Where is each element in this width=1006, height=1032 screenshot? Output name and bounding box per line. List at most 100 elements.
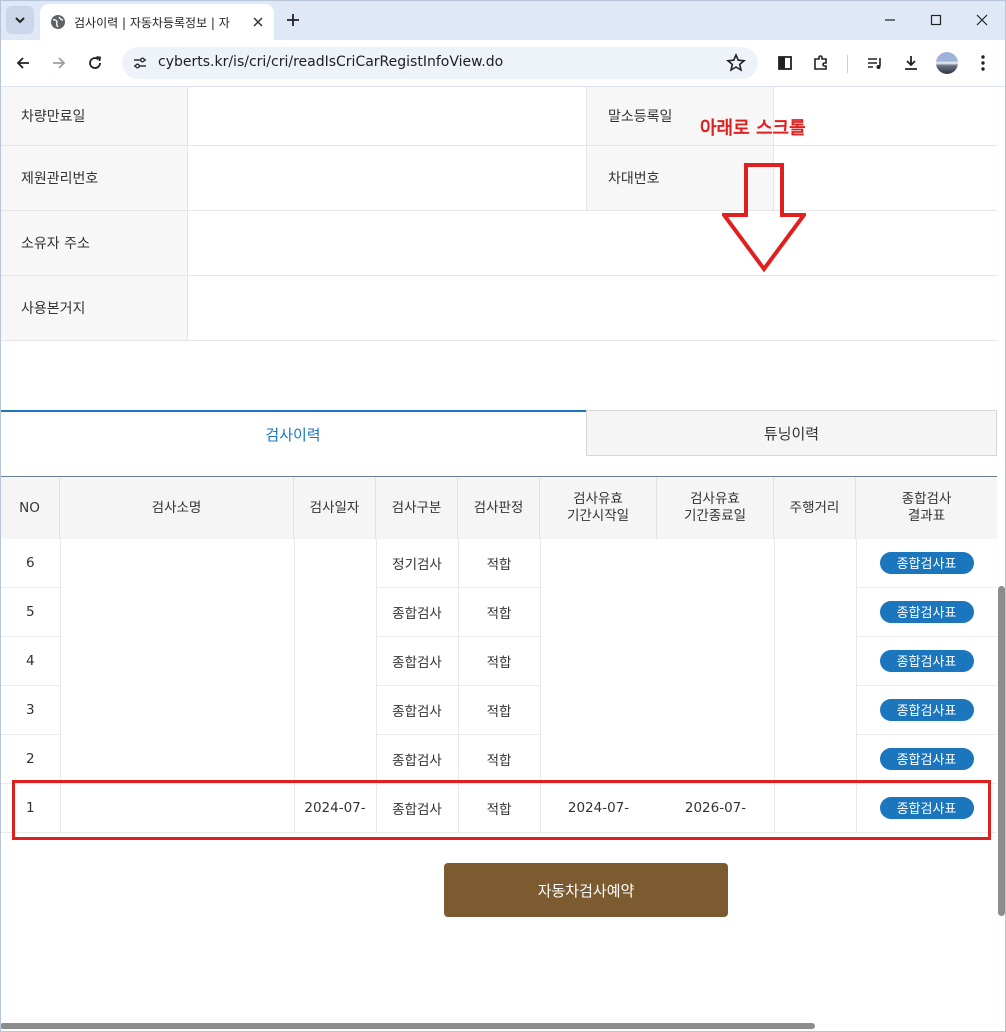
result-sheet-button[interactable]: 종합검사표 bbox=[879, 747, 974, 770]
column-header: 검사소명 bbox=[60, 477, 294, 539]
inspection-result: 적합 bbox=[486, 654, 512, 671]
info-label: 제원관리번호 bbox=[0, 146, 188, 210]
info-row: 제원관리번호 차대번호 bbox=[0, 146, 997, 211]
tab-close-icon[interactable] bbox=[250, 14, 266, 30]
inspection-type: 종합검사 bbox=[392, 654, 442, 671]
table-row: 2 종합검사 적합 종합검사표 bbox=[0, 734, 997, 783]
table-row: 5 종합검사 적합 종합검사표 bbox=[0, 587, 997, 636]
inspection-date bbox=[294, 734, 376, 783]
column-header: 검사유효 기간시작일 bbox=[540, 477, 657, 539]
arrow-left-icon bbox=[16, 57, 29, 69]
puzzle-icon bbox=[814, 55, 827, 70]
result-sheet-button[interactable]: 종합검사표 bbox=[879, 698, 974, 721]
inspection-result: 적합 bbox=[486, 752, 512, 769]
result-cell: 종합검사표 bbox=[856, 685, 997, 734]
info-row: 차량만료일 말소등록일 bbox=[0, 87, 997, 146]
info-label: 소유자 주소 bbox=[0, 211, 188, 275]
reload-button[interactable] bbox=[82, 50, 108, 76]
reload-icon bbox=[89, 56, 102, 69]
bookmark-star-icon[interactable] bbox=[726, 53, 746, 73]
download-icon bbox=[905, 56, 917, 70]
info-label: 차량만료일 bbox=[0, 87, 188, 145]
address-bar[interactable]: cyberts.kr/is/cri/cri/readIsCriCarRegist… bbox=[122, 47, 758, 79]
url-text[interactable]: cyberts.kr/is/cri/cri/readIsCriCarRegist… bbox=[158, 54, 503, 70]
inspection-type: 종합검사 bbox=[392, 752, 442, 769]
table-row: 3 종합검사 적합 종합검사표 bbox=[0, 685, 997, 734]
media-queue-icon bbox=[868, 58, 881, 69]
result-cell: 종합검사표 bbox=[856, 587, 997, 636]
page-content: 차량만료일 말소등록일 제원관리번호 차대번호 소유자 주소 사용본거지 아래로… bbox=[0, 87, 1006, 1032]
history-tabs: 검사이력 튜닝이력 bbox=[0, 410, 997, 456]
result-sheet-button[interactable]: 종합검사표 bbox=[879, 551, 974, 574]
table-row: 4 종합검사 적합 종합검사표 bbox=[0, 636, 997, 685]
extensions-button[interactable] bbox=[808, 50, 834, 76]
inspection-result: 적합 bbox=[486, 605, 512, 622]
inspection-date bbox=[294, 587, 376, 636]
info-row: 소유자 주소 bbox=[0, 211, 997, 276]
info-row: 사용본거지 bbox=[0, 276, 997, 341]
table-header: NO 검사소명 검사일자 검사구분 검사판정 검사유효 기간시작일 검사유효 기… bbox=[0, 476, 997, 539]
column-header: 검사일자 bbox=[294, 477, 376, 539]
browser-toolbar: cyberts.kr/is/cri/cri/readIsCriCarRegist… bbox=[0, 40, 1006, 87]
row-number: 3 bbox=[26, 701, 35, 718]
result-sheet-button[interactable]: 종합검사표 bbox=[879, 600, 974, 623]
globe-icon bbox=[51, 15, 65, 29]
highlight-box bbox=[12, 780, 991, 840]
result-sheet-button[interactable]: 종합검사표 bbox=[879, 649, 974, 672]
close-window-button[interactable] bbox=[970, 8, 994, 32]
inspection-reservation-button[interactable]: 자동차검사예약 bbox=[444, 863, 728, 917]
result-cell: 종합검사표 bbox=[856, 636, 997, 685]
minimize-icon bbox=[885, 19, 895, 21]
tab-title: 검사이력 | 자동차등록정보 | 자 bbox=[74, 15, 230, 30]
tab-inspection-history[interactable]: 검사이력 bbox=[0, 410, 586, 456]
horizontal-scrollbar[interactable] bbox=[0, 1023, 815, 1029]
row-number: 2 bbox=[26, 750, 35, 767]
plus-icon bbox=[287, 14, 299, 26]
forward-button[interactable] bbox=[46, 50, 72, 76]
column-header: 검사구분 bbox=[376, 477, 458, 539]
toolbar-divider bbox=[847, 55, 848, 73]
row-number: 4 bbox=[26, 652, 35, 669]
table-row: 6 정기검사 적합 종합검사표 bbox=[0, 538, 997, 587]
column-header: 주행거리 bbox=[774, 477, 856, 539]
close-icon bbox=[976, 14, 988, 26]
inspection-type: 정기검사 bbox=[392, 556, 442, 573]
tab-strip: 검사이력 | 자동차등록정보 | 자 bbox=[0, 0, 1006, 40]
arrow-right-icon bbox=[53, 57, 66, 69]
downloads-button[interactable] bbox=[898, 50, 924, 76]
inspection-date bbox=[294, 538, 376, 587]
inspection-date bbox=[294, 636, 376, 685]
inspection-result: 적합 bbox=[486, 703, 512, 720]
reading-mode-button[interactable] bbox=[772, 50, 798, 76]
minimize-button[interactable] bbox=[878, 8, 902, 32]
profile-avatar[interactable] bbox=[936, 52, 958, 74]
valid-end bbox=[657, 538, 774, 587]
row-number: 6 bbox=[26, 554, 35, 571]
valid-start bbox=[540, 587, 657, 636]
valid-start bbox=[540, 636, 657, 685]
valid-start bbox=[540, 734, 657, 783]
inspection-result: 적합 bbox=[486, 556, 512, 573]
valid-start bbox=[540, 538, 657, 587]
browser-tab[interactable]: 검사이력 | 자동차등록정보 | 자 bbox=[40, 4, 274, 40]
maximize-button[interactable] bbox=[924, 8, 948, 32]
column-header: 종합검사 결과표 bbox=[901, 491, 952, 524]
back-button[interactable] bbox=[10, 50, 36, 76]
media-button[interactable] bbox=[862, 50, 888, 76]
scroll-annotation-text: 아래로 스크롤 bbox=[700, 118, 806, 139]
column-header: 검사판정 bbox=[458, 477, 540, 539]
result-cell: 종합검사표 bbox=[856, 734, 997, 783]
new-tab-button[interactable] bbox=[282, 9, 304, 31]
valid-start bbox=[540, 685, 657, 734]
site-info-icon[interactable] bbox=[130, 53, 150, 73]
valid-end bbox=[657, 685, 774, 734]
tab-search-button[interactable] bbox=[6, 6, 34, 34]
column-header: 검사유효 기간종료일 bbox=[657, 477, 774, 539]
vertical-scrollbar[interactable] bbox=[998, 586, 1005, 916]
valid-end bbox=[657, 587, 774, 636]
tab-tuning-history[interactable]: 튜닝이력 bbox=[586, 410, 997, 456]
inspection-type: 종합검사 bbox=[392, 703, 442, 720]
browser-menu-button[interactable] bbox=[970, 50, 996, 76]
more-vert-icon bbox=[981, 55, 985, 71]
arrow-down-icon bbox=[722, 163, 806, 273]
